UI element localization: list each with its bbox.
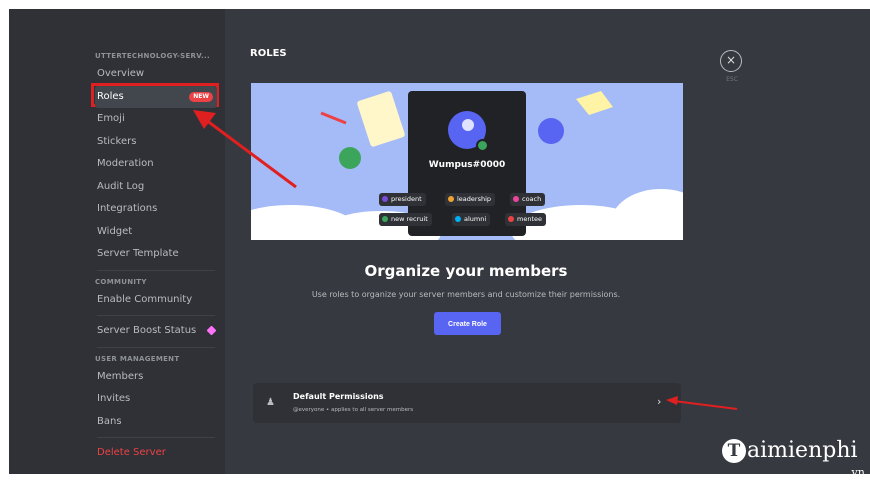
- settings-sidebar: UTTERTECHNOLOGY-SERV... Overview Roles N…: [9, 9, 225, 474]
- organize-description: Use roles to organize your server member…: [311, 290, 621, 299]
- page-title: ROLES: [250, 48, 287, 59]
- sidebar-item-audit-log[interactable]: Audit Log: [95, 176, 217, 199]
- role-name: mentee: [517, 215, 542, 223]
- role-name: president: [391, 195, 422, 203]
- sidebar-divider: [97, 315, 215, 316]
- sidebar-item-integrations[interactable]: Integrations: [95, 198, 217, 221]
- role-chip-alumni: alumni: [452, 213, 491, 226]
- sidebar-item-overview[interactable]: Overview: [95, 63, 217, 86]
- chevron-right-icon: ›: [657, 395, 662, 408]
- discord-settings-window: UTTERTECHNOLOGY-SERV... Overview Roles N…: [9, 9, 870, 474]
- role-chip-mentee: mentee: [505, 213, 546, 226]
- esc-label: ESC: [726, 76, 738, 83]
- role-chip-president: president: [379, 193, 426, 206]
- create-role-button[interactable]: Create Role: [434, 312, 501, 335]
- watermark-logo-icon: T: [722, 439, 746, 463]
- sidebar-item-enable-community[interactable]: Enable Community: [95, 289, 217, 312]
- role-name: alumni: [464, 215, 487, 223]
- server-category-label: UTTERTECHNOLOGY-SERV...: [95, 52, 210, 60]
- watermark-brand-text: aimienphi: [747, 438, 858, 463]
- sidebar-divider: [97, 437, 215, 438]
- sidebar-item-members[interactable]: Members: [95, 366, 217, 389]
- boost-gem-icon: [206, 325, 217, 336]
- community-category-label: COMMUNITY: [95, 277, 147, 286]
- role-dot-icon: [382, 195, 388, 202]
- role-dot-icon: [448, 195, 454, 202]
- default-permissions-row[interactable]: ♟ Default Permissions @everyone • applie…: [253, 383, 681, 423]
- role-name: coach: [522, 195, 542, 203]
- roles-illustration: Wumpus#0000 president leadership coach n…: [251, 83, 683, 240]
- role-chip-new-recruit: new recruit: [379, 213, 432, 226]
- role-chip-coach: coach: [510, 193, 546, 206]
- role-dot-icon: [508, 215, 514, 222]
- online-status-icon: [476, 139, 489, 152]
- sidebar-divider: [97, 346, 215, 348]
- sidebar-item-delete-server[interactable]: Delete Server: [95, 442, 217, 465]
- user-icon: ♟: [266, 397, 275, 408]
- sidebar-item-roles[interactable]: Roles NEW: [95, 85, 217, 108]
- new-badge: NEW: [189, 91, 213, 102]
- balloon-green: [339, 147, 361, 169]
- balloon-blue: [538, 118, 564, 144]
- role-name: new recruit: [391, 215, 428, 223]
- sidebar-item-widget[interactable]: Widget: [95, 221, 217, 244]
- sidebar-item-moderation[interactable]: Moderation: [95, 153, 217, 176]
- organize-title: Organize your members: [364, 262, 568, 280]
- role-dot-icon: [513, 195, 519, 202]
- role-dot-icon: [382, 215, 388, 222]
- close-icon[interactable]: ×: [720, 50, 742, 72]
- watermark-domain: .vn: [848, 466, 865, 479]
- default-permissions-title: Default Permissions: [293, 392, 384, 401]
- role-dot-icon: [455, 215, 461, 222]
- role-chip-leadership: leadership: [445, 193, 496, 206]
- sidebar-item-server-boost-status[interactable]: Server Boost Status: [95, 320, 217, 343]
- clipboard-illustration: [357, 91, 405, 147]
- server-boost-label: Server Boost Status: [97, 325, 197, 336]
- default-permissions-subtitle: @everyone • applies to all server member…: [293, 407, 414, 413]
- roles-content: ROLES × ESC Wumpus#0000 president leader…: [225, 9, 870, 474]
- sidebar-item-emoji[interactable]: Emoji: [95, 108, 217, 131]
- sidebar-item-roles-label: Roles: [97, 90, 124, 102]
- taimienphi-watermark: Taimienphi: [722, 438, 858, 463]
- user-management-category-label: USER MANAGEMENT: [95, 354, 180, 363]
- profile-username: Wumpus#0000: [428, 160, 506, 170]
- role-name: leadership: [457, 195, 492, 203]
- sidebar-item-stickers[interactable]: Stickers: [95, 131, 217, 154]
- sidebar-item-invites[interactable]: Invites: [95, 388, 217, 411]
- sidebar-item-server-template[interactable]: Server Template: [95, 243, 217, 266]
- sidebar-divider: [97, 269, 215, 271]
- sidebar-item-bans[interactable]: Bans: [95, 411, 217, 434]
- grad-cap-illustration: [576, 91, 613, 115]
